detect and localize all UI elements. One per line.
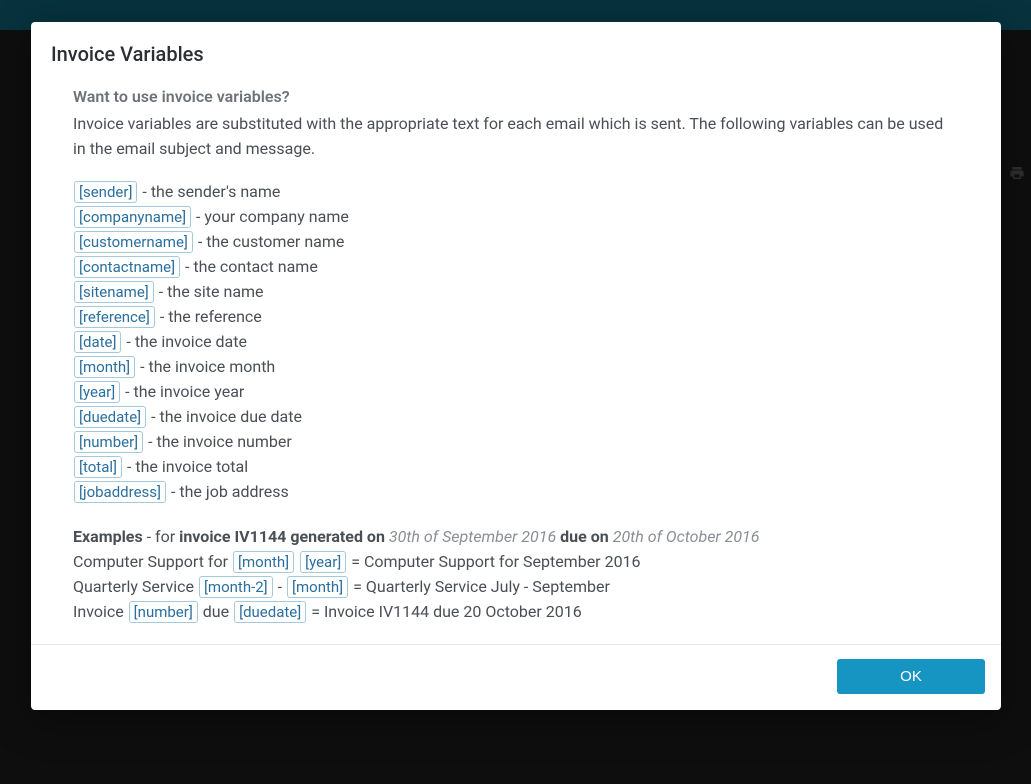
token-month: month bbox=[233, 551, 294, 573]
invoice-variables-modal: Invoice Variables Want to use invoice va… bbox=[31, 22, 1001, 710]
examples-block: Examples - for invoice IV1144 generated … bbox=[73, 524, 959, 624]
examples-due-date: 20th of October 2016 bbox=[613, 527, 760, 546]
variable-line-customername: customername - the customer name bbox=[73, 229, 959, 254]
token-month: month bbox=[287, 576, 348, 598]
variable-line-number: number - the invoice number bbox=[73, 429, 959, 454]
variable-desc: - your company name bbox=[192, 207, 349, 226]
variable-desc: - the invoice total bbox=[123, 457, 248, 476]
variable-line-date: date - the invoice date bbox=[73, 329, 959, 354]
variable-line-year: year - the invoice year bbox=[73, 379, 959, 404]
examples-header-line: Examples - for invoice IV1144 generated … bbox=[73, 524, 959, 549]
ex2-result: = Quarterly Service July - September bbox=[349, 577, 610, 596]
token-duedate: duedate bbox=[234, 601, 306, 623]
token-month-minus-2: month-2 bbox=[199, 576, 273, 598]
token-month: month bbox=[74, 356, 135, 378]
variable-line-month: month - the invoice month bbox=[73, 354, 959, 379]
token-duedate: duedate bbox=[74, 406, 146, 428]
token-sitename: sitename bbox=[74, 281, 154, 303]
variable-line-duedate: duedate - the invoice due date bbox=[73, 404, 959, 429]
variable-desc: - the reference bbox=[156, 307, 262, 326]
examples-due-label: due on bbox=[556, 527, 613, 546]
token-reference: reference bbox=[74, 306, 155, 328]
ex3-mid: due bbox=[199, 602, 233, 621]
modal-header: Invoice Variables bbox=[31, 22, 1001, 72]
intro-text: Invoice variables are substituted with t… bbox=[73, 111, 959, 161]
token-year: year bbox=[74, 381, 120, 403]
variable-desc: - the job address bbox=[167, 482, 289, 501]
modal-title: Invoice Variables bbox=[51, 42, 981, 66]
variable-desc: - the invoice month bbox=[136, 357, 275, 376]
token-sender: sender bbox=[74, 181, 137, 203]
variable-desc: - the invoice due date bbox=[147, 407, 302, 426]
token-contactname: contactname bbox=[74, 256, 180, 278]
variable-desc: - the site name bbox=[155, 282, 264, 301]
ex2-prefix: Quarterly Service bbox=[73, 577, 198, 596]
ex3-prefix: Invoice bbox=[73, 602, 128, 621]
modal-body: Want to use invoice variables? Invoice v… bbox=[31, 72, 1001, 644]
ex3-result: = Invoice IV1144 due 20 October 2016 bbox=[307, 602, 582, 621]
variable-desc: - the sender's name bbox=[138, 182, 280, 201]
token-customername: customername bbox=[74, 231, 193, 253]
variable-desc: - the invoice date bbox=[122, 332, 247, 351]
variable-line-jobaddress: jobaddress - the job address bbox=[73, 479, 959, 504]
token-year: year bbox=[300, 551, 346, 573]
lead-question: Want to use invoice variables? bbox=[73, 84, 959, 109]
token-date: date bbox=[74, 331, 121, 353]
examples-invoice-number: IV1144 bbox=[235, 527, 287, 546]
examples-header-pre: - for bbox=[143, 527, 179, 546]
example-line-2: Quarterly Service month-2 - month = Quar… bbox=[73, 574, 959, 599]
ex1-result: = Computer Support for September 2016 bbox=[347, 552, 640, 571]
variable-line-sender: sender - the sender's name bbox=[73, 179, 959, 204]
token-number: number bbox=[74, 431, 143, 453]
variable-line-companyname: companyname - your company name bbox=[73, 204, 959, 229]
variable-desc: - the invoice number bbox=[144, 432, 292, 451]
variable-desc: - the customer name bbox=[194, 232, 344, 251]
variable-line-total: total - the invoice total bbox=[73, 454, 959, 479]
token-jobaddress: jobaddress bbox=[74, 481, 166, 503]
ok-button[interactable]: OK bbox=[837, 659, 985, 694]
examples-invoice-prefix: invoice bbox=[179, 527, 234, 546]
variable-line-sitename: sitename - the site name bbox=[73, 279, 959, 304]
variable-line-reference: reference - the reference bbox=[73, 304, 959, 329]
token-number: number bbox=[129, 601, 198, 623]
token-companyname: companyname bbox=[74, 206, 191, 228]
examples-generated-label: generated on bbox=[286, 527, 389, 546]
modal-footer: OK bbox=[31, 644, 1001, 710]
variable-desc: - the contact name bbox=[181, 257, 318, 276]
example-line-3: Invoice number due duedate = Invoice IV1… bbox=[73, 599, 959, 624]
token-total: total bbox=[74, 456, 122, 478]
example-line-1: Computer Support for month year = Comput… bbox=[73, 549, 959, 574]
examples-generated-date: 30th of September 2016 bbox=[389, 527, 556, 546]
variable-list: sender - the sender's namecompanyname - … bbox=[73, 179, 959, 504]
examples-label: Examples bbox=[73, 527, 143, 546]
variable-line-contactname: contactname - the contact name bbox=[73, 254, 959, 279]
ex2-sep: - bbox=[274, 577, 286, 596]
ex1-prefix: Computer Support for bbox=[73, 552, 232, 571]
variable-desc: - the invoice year bbox=[121, 382, 244, 401]
